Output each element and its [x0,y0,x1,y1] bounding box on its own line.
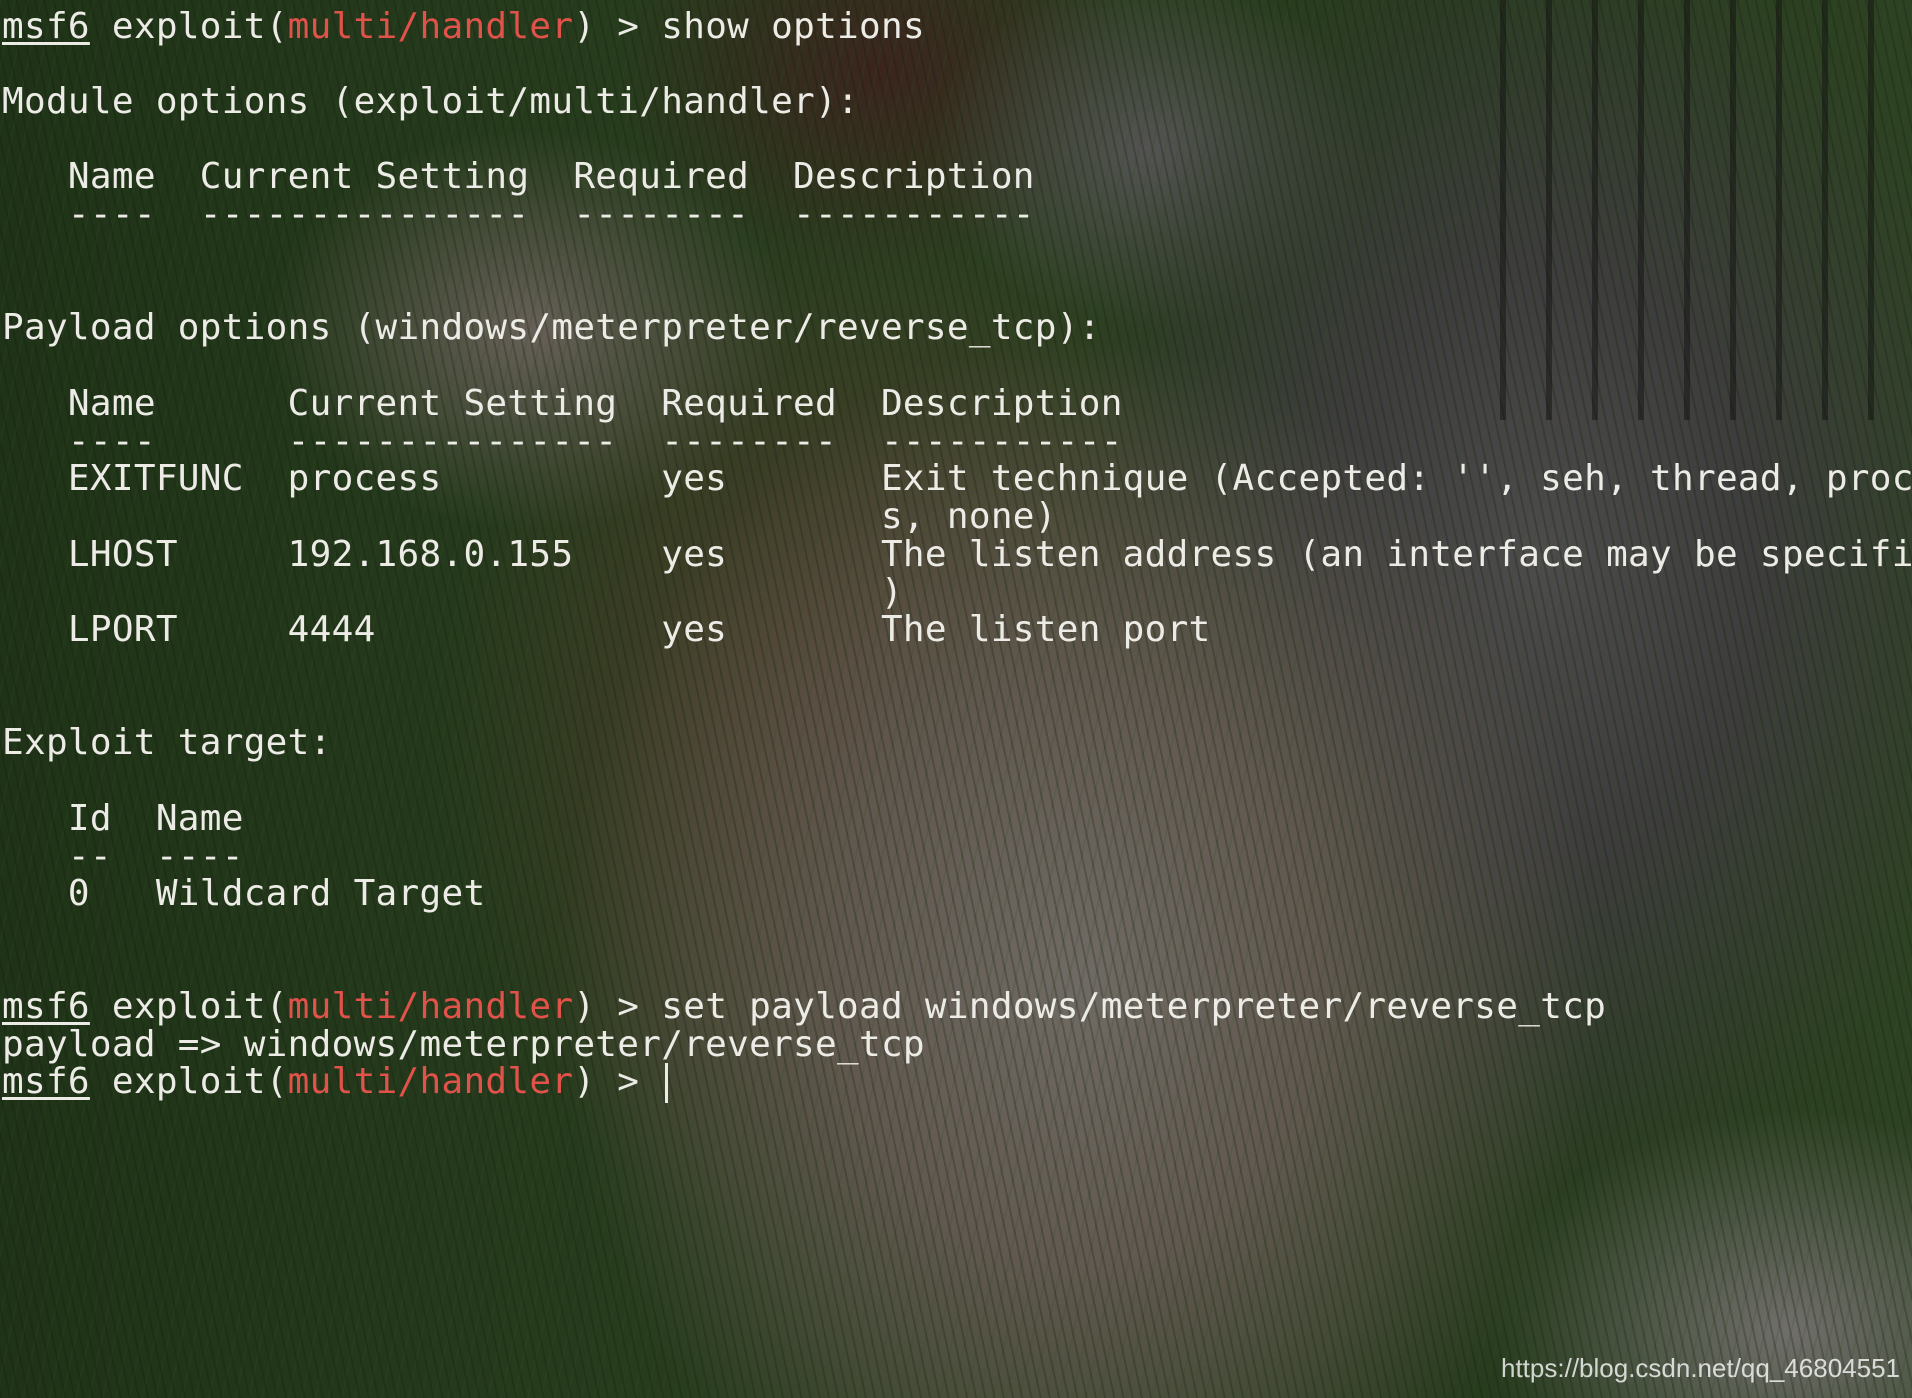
terminal-window[interactable]: msf6 exploit(multi/handler) > show optio… [0,0,1912,1398]
command-set-payload: set payload windows/meterpreter/reverse_… [661,986,1607,1027]
prompt-module: multi/handler [287,1061,574,1102]
exploit-target-heading: Exploit target: [2,722,332,763]
module-options-heading: Module options (exploit/multi/handler): [2,81,859,122]
prompt-msf6: msf6 [2,6,90,47]
terminal-output: msf6 exploit(multi/handler) > show optio… [2,4,1912,1398]
prompt-msf6: msf6 [2,986,90,1027]
prompt-exploit-open: exploit( [89,986,288,1027]
prompt-module: multi/handler [287,986,574,1027]
payload-options-heading: Payload options (windows/meterpreter/rev… [2,307,1101,348]
prompt-exploit-open: exploit( [89,6,288,47]
command-show-options: show options [661,6,925,47]
prompt-exploit-open: exploit( [89,1061,288,1102]
prompt-close: ) > [573,1061,662,1102]
prompt-msf6: msf6 [2,1061,90,1102]
watermark: https://blog.csdn.net/qq_46804551 [1501,1353,1900,1383]
prompt-module: multi/handler [287,6,574,47]
prompt-close: ) > [573,986,662,1027]
prompt-line-show-options: msf6 exploit(multi/handler) > show optio… [2,4,925,50]
exploit-target-row-wildcard: 0 Wildcard Target [2,873,486,914]
module-options-underline-row: ---- --------------- -------- ----------… [2,194,1035,235]
prompt-line-active[interactable]: msf6 exploit(multi/handler) > [2,1059,669,1105]
payload-row-lport: LPORT 4444 yes The listen port [2,609,1211,650]
prompt-close: ) > [573,6,662,47]
text-cursor[interactable] [665,1063,669,1103]
